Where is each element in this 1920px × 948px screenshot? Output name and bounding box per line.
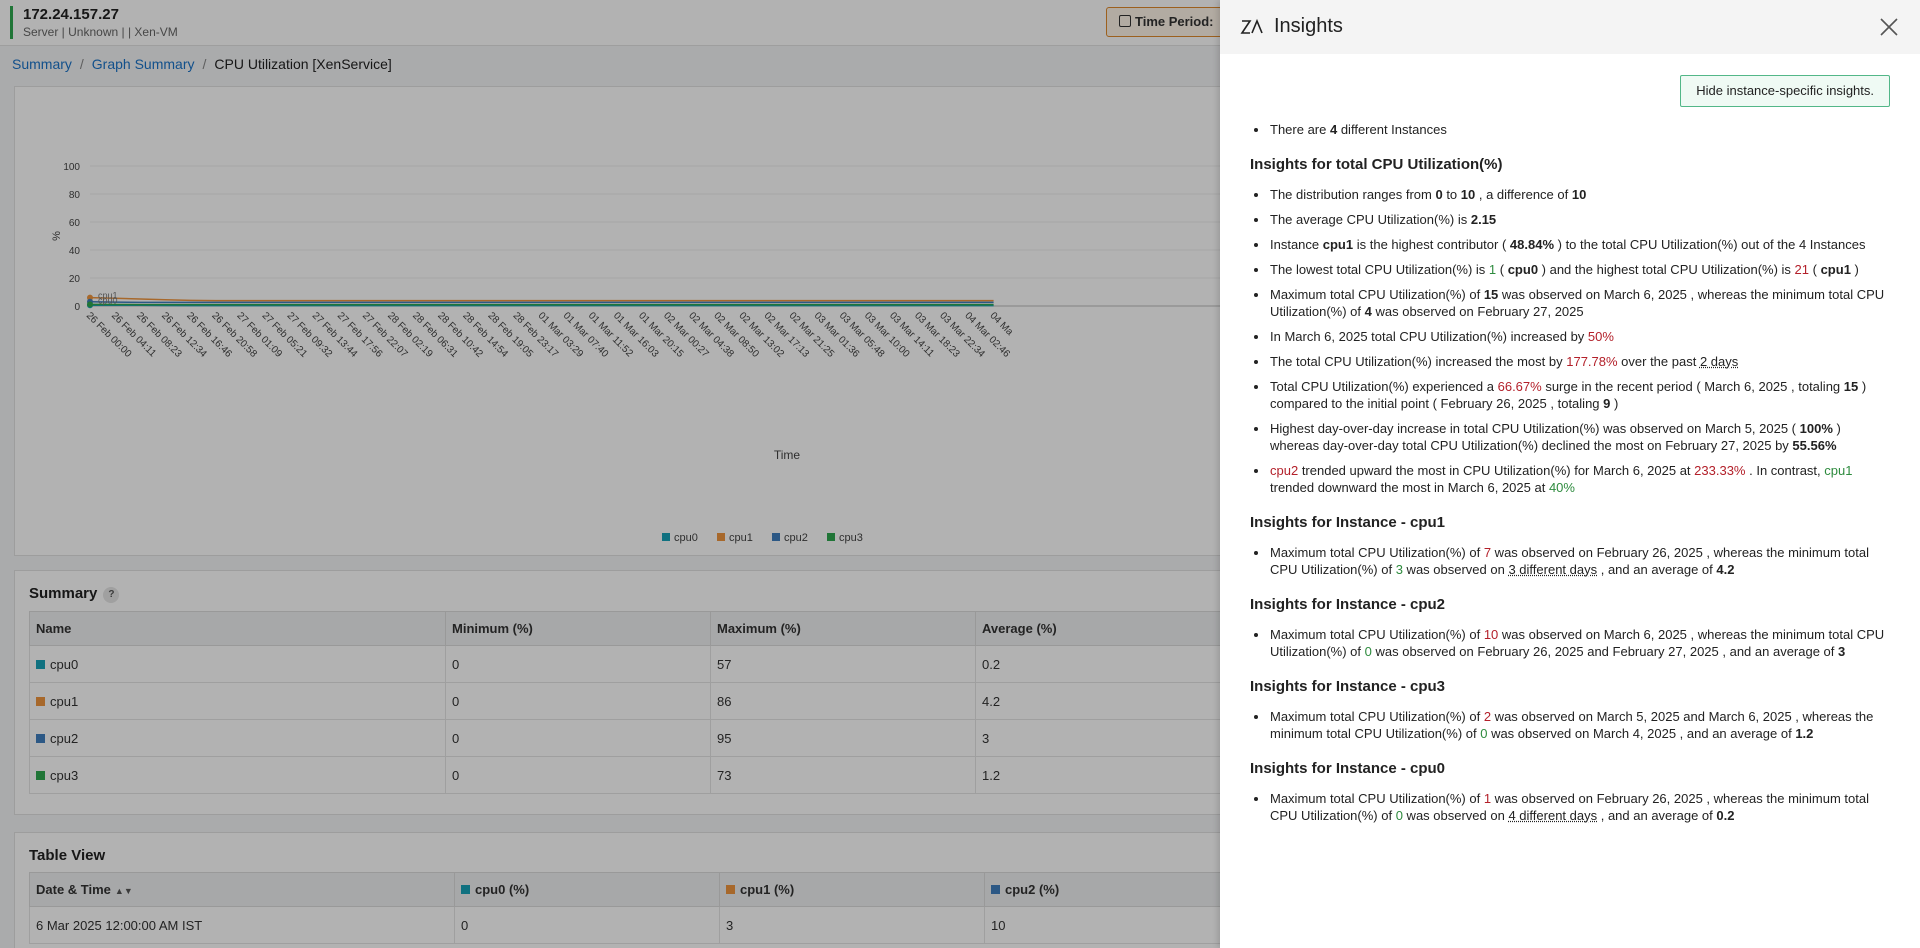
list-item: cpu2 trended upward the most in CPU Util… bbox=[1250, 462, 1890, 496]
insights-logo-icon bbox=[1240, 18, 1263, 34]
cpu2-insights-title: Insights for Instance - cpu2 bbox=[1250, 596, 1446, 613]
close-icon[interactable] bbox=[1878, 16, 1900, 38]
cpu1-insights-title: Insights for Instance - cpu1 bbox=[1250, 514, 1446, 531]
cpu0-insights-list: Maximum total CPU Utilization(%) of 1 wa… bbox=[1250, 790, 1890, 824]
list-item: The lowest total CPU Utilization(%) is 1… bbox=[1250, 261, 1890, 278]
list-item: Maximum total CPU Utilization(%) of 7 wa… bbox=[1250, 544, 1890, 578]
list-item: The distribution ranges from 0 to 10 , a… bbox=[1250, 186, 1890, 203]
total-insights-list: The distribution ranges from 0 to 10 , a… bbox=[1250, 186, 1890, 496]
list-item: In March 6, 2025 total CPU Utilization(%… bbox=[1250, 328, 1890, 345]
cpu3-insights-list: Maximum total CPU Utilization(%) of 2 wa… bbox=[1250, 708, 1890, 742]
cpu1-insights-list: Maximum total CPU Utilization(%) of 7 wa… bbox=[1250, 544, 1890, 578]
cpu0-insights-title: Insights for Instance - cpu0 bbox=[1250, 760, 1446, 777]
hide-instance-insights-button[interactable]: Hide instance-specific insights. bbox=[1680, 75, 1890, 107]
list-item: Maximum total CPU Utilization(%) of 15 w… bbox=[1250, 286, 1890, 320]
insights-panel: Insights Hide instance-specific insights… bbox=[1220, 0, 1920, 948]
list-item: The average CPU Utilization(%) is 2.15 bbox=[1250, 211, 1890, 228]
total-insights-title: Insights for total CPU Utilization(%) bbox=[1250, 156, 1503, 173]
list-item: Maximum total CPU Utilization(%) of 2 wa… bbox=[1250, 708, 1890, 742]
list-item: Highest day-over-day increase in total C… bbox=[1250, 420, 1890, 454]
insights-body: There are 4 different Instances Insights… bbox=[1250, 121, 1890, 832]
insights-title: Insights bbox=[1274, 15, 1343, 37]
instances-list: There are 4 different Instances bbox=[1250, 121, 1890, 138]
list-item: Instance cpu1 is the highest contributor… bbox=[1250, 236, 1890, 253]
past-days-link[interactable]: 2 days bbox=[1700, 354, 1738, 369]
list-item: Maximum total CPU Utilization(%) of 10 w… bbox=[1250, 626, 1890, 660]
cpu3-insights-title: Insights for Instance - cpu3 bbox=[1250, 678, 1446, 695]
list-item: Total CPU Utilization(%) experienced a 6… bbox=[1250, 378, 1890, 412]
different-days-link[interactable]: 3 different days bbox=[1508, 562, 1597, 577]
different-days-link[interactable]: 4 different days bbox=[1508, 808, 1597, 823]
list-item: The total CPU Utilization(%) increased t… bbox=[1250, 353, 1890, 370]
modal-overlay[interactable] bbox=[0, 0, 1220, 948]
insights-header: Insights bbox=[1220, 0, 1920, 54]
cpu2-insights-list: Maximum total CPU Utilization(%) of 10 w… bbox=[1250, 626, 1890, 660]
list-item: Maximum total CPU Utilization(%) of 1 wa… bbox=[1250, 790, 1890, 824]
list-item: There are 4 different Instances bbox=[1250, 121, 1890, 138]
